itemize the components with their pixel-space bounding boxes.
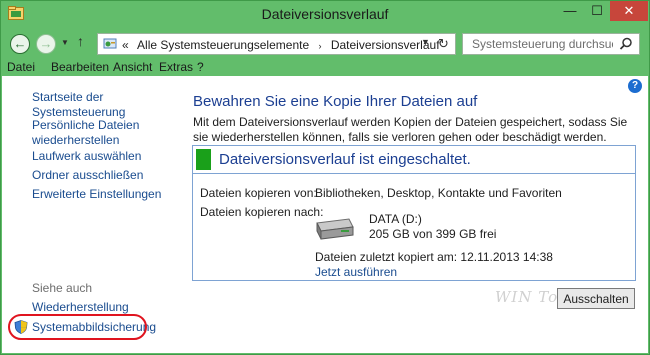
file-history-window: Dateiversionsverlauf — ☐ ✕ ← → ▼ ↑ « All… xyxy=(0,0,650,355)
hard-drive-icon xyxy=(316,218,354,240)
copy-to-label: Dateien kopieren nach: xyxy=(200,205,324,219)
control-panel-icon xyxy=(103,38,117,49)
status-title: Dateiversionsverlauf ist eingeschaltet. xyxy=(219,151,471,168)
menu-item-view[interactable]: Ansicht xyxy=(113,60,152,74)
sidebar: Startseite der Systemsteuerung Persönlic… xyxy=(2,76,182,353)
sidebar-link-control-panel-home[interactable]: Startseite der Systemsteuerung xyxy=(32,90,177,120)
title-bar: Dateiversionsverlauf — ☐ ✕ xyxy=(1,1,649,27)
drive-name: DATA (D:) xyxy=(369,212,422,226)
back-button[interactable]: ← xyxy=(10,34,30,54)
menu-item-help[interactable]: ? xyxy=(197,60,204,74)
highlight-ring xyxy=(8,314,147,340)
run-now-link[interactable]: Jetzt ausführen xyxy=(315,265,397,279)
search-input[interactable] xyxy=(463,34,613,54)
search-box[interactable] xyxy=(462,33,640,55)
breadcrumb-all-control-panel-items[interactable]: Alle Systemsteuerungselemente xyxy=(137,38,309,52)
menu-item-file[interactable]: Datei xyxy=(7,60,35,74)
menu-item-edit[interactable]: Bearbeiten xyxy=(51,60,109,74)
sidebar-link-recovery[interactable]: Wiederherstellung xyxy=(32,300,129,315)
sidebar-link-exclude-folders[interactable]: Ordner ausschließen xyxy=(32,168,143,183)
breadcrumb: « Alle Systemsteuerungselemente › Dateiv… xyxy=(122,38,440,52)
sidebar-link-select-drive[interactable]: Laufwerk auswählen xyxy=(32,149,141,164)
status-box: Dateiversionsverlauf ist eingeschaltet. … xyxy=(192,145,636,281)
sidebar-link-restore-personal-files[interactable]: Persönliche Dateien wiederherstellen xyxy=(32,118,150,148)
maximize-button[interactable]: ☐ xyxy=(584,1,610,21)
breadcrumb-separator[interactable]: › xyxy=(318,41,321,51)
drive-free-space: 205 GB von 399 GB frei xyxy=(369,227,497,241)
address-bar[interactable]: « Alle Systemsteuerungselemente › Dateiv… xyxy=(97,33,456,55)
page-description: Mit dem Dateiversionsverlauf werden Kopi… xyxy=(193,115,628,144)
menu-item-tools[interactable]: Extras xyxy=(159,60,193,74)
navigation-bar: ← → ▼ ↑ « Alle Systemsteuerungselemente … xyxy=(1,27,649,59)
copy-from-label: Dateien kopieren von: xyxy=(200,186,317,200)
minimize-button[interactable]: — xyxy=(556,1,584,21)
last-copied-text: Dateien zuletzt kopiert am: 12.11.2013 1… xyxy=(315,250,553,264)
refresh-icon[interactable]: ↻ xyxy=(438,36,449,52)
see-also-heading: Siehe auch xyxy=(32,281,93,295)
turn-off-button[interactable]: Ausschalten xyxy=(557,288,635,309)
main-pane: Bewahren Sie eine Kopie Ihrer Dateien au… xyxy=(182,76,648,353)
status-divider xyxy=(193,173,635,174)
breadcrumb-chevron[interactable]: « xyxy=(122,38,129,52)
status-indicator-icon xyxy=(196,149,211,170)
close-button[interactable]: ✕ xyxy=(610,1,648,21)
forward-button[interactable]: → xyxy=(36,34,56,54)
sidebar-link-advanced-settings[interactable]: Erweiterte Einstellungen xyxy=(32,187,161,202)
menu-bar: Datei Bearbeiten Ansicht Extras ? xyxy=(1,59,649,75)
up-button[interactable]: ↑ xyxy=(77,33,84,49)
address-dropdown-icon[interactable]: ▼ xyxy=(421,37,430,47)
content-panel: ? Startseite der Systemsteuerung Persönl… xyxy=(2,76,648,353)
search-icon[interactable] xyxy=(618,36,634,52)
page-heading: Bewahren Sie eine Kopie Ihrer Dateien au… xyxy=(193,93,478,110)
window-title: Dateiversionsverlauf xyxy=(261,6,389,22)
copy-from-value: Bibliotheken, Desktop, Kontakte und Favo… xyxy=(315,186,562,200)
recent-locations-dropdown-icon[interactable]: ▼ xyxy=(61,38,69,47)
